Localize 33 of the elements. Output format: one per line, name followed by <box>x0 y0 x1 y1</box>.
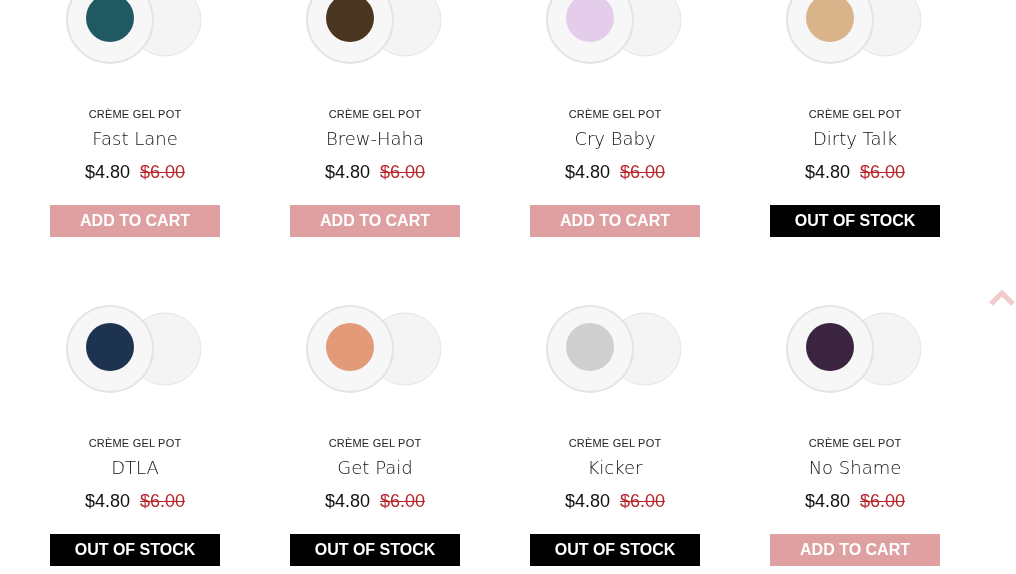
product-category: CRÈME GEL POT <box>88 436 182 450</box>
product-category: CRÈME GEL POT <box>568 107 662 121</box>
product-name[interactable]: Kicker <box>587 456 643 480</box>
original-price: $6.00 <box>860 161 906 184</box>
product-category: CRÈME GEL POT <box>808 107 902 121</box>
product-name[interactable]: Get Paid <box>337 456 413 480</box>
sale-price: $4.80 <box>564 161 610 184</box>
original-price: $6.00 <box>620 161 666 184</box>
sale-price: $4.80 <box>324 490 370 513</box>
product-category: CRÈME GEL POT <box>328 436 422 450</box>
sale-price: $4.80 <box>804 161 850 184</box>
product-name[interactable]: Brew-Haha <box>325 127 425 151</box>
product-name[interactable]: DTLA <box>111 456 159 480</box>
product-name[interactable]: Fast Lane <box>92 127 178 151</box>
product-name[interactable]: Cry Baby <box>574 127 656 151</box>
original-price: $6.00 <box>380 161 426 184</box>
sale-price: $4.80 <box>84 161 130 184</box>
sale-price: $4.80 <box>84 490 130 513</box>
original-price: $6.00 <box>140 161 186 184</box>
sale-price: $4.80 <box>324 161 370 184</box>
product-category: CRÈME GEL POT <box>88 107 182 121</box>
product-name[interactable]: No Shame <box>808 456 902 480</box>
sale-price: $4.80 <box>564 490 610 513</box>
product-category: CRÈME GEL POT <box>568 436 662 450</box>
scroll-up-icon[interactable] <box>988 288 1016 306</box>
product-category: CRÈME GEL POT <box>328 107 422 121</box>
original-price: $6.00 <box>380 490 426 513</box>
sale-price: $4.80 <box>804 490 850 513</box>
original-price: $6.00 <box>620 490 666 513</box>
product-category: CRÈME GEL POT <box>808 436 902 450</box>
product-name[interactable]: Dirty Talk <box>812 127 898 151</box>
original-price: $6.00 <box>140 490 186 513</box>
original-price: $6.00 <box>860 490 906 513</box>
